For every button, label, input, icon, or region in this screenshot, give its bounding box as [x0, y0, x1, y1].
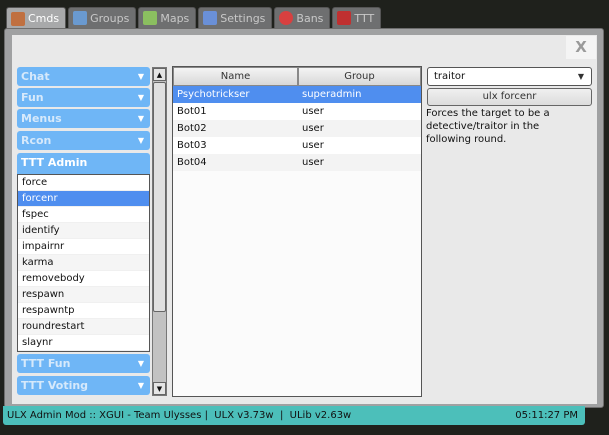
chevron-down-icon: ▼: [137, 381, 144, 390]
command-item[interactable]: forcenr: [18, 191, 149, 207]
command-item[interactable]: slaynr: [18, 335, 149, 351]
player-name: Bot02: [177, 123, 207, 134]
command-item[interactable]: respawn: [18, 287, 149, 303]
chevron-down-icon: ▼: [577, 72, 584, 81]
category-label: Menus: [21, 112, 62, 125]
tab-groups[interactable]: Groups: [68, 7, 137, 28]
column-header-name[interactable]: Name: [173, 67, 298, 86]
command-description: Forces the target to be a detective/trai…: [426, 108, 550, 145]
column-header-group[interactable]: Group: [298, 67, 421, 86]
category-menus[interactable]: Menus ▼: [17, 109, 150, 128]
tab-cmds[interactable]: Cmds: [6, 7, 67, 29]
user-icon: [11, 11, 25, 26]
content-area: X Chat ▼ Fun ▼ Menus ▼ Rcon ▼ TTT Admin forc…: [12, 35, 597, 404]
table-row[interactable]: Bot04 user: [173, 154, 421, 171]
category-chat[interactable]: Chat ▼: [17, 67, 150, 86]
category-ttt-fun[interactable]: TTT Fun ▼: [17, 354, 150, 373]
player-name: Psychotrickser: [177, 89, 250, 100]
tab-label: TTT: [354, 11, 375, 25]
tab-bans[interactable]: Bans: [274, 7, 331, 28]
command-item[interactable]: fspec: [18, 207, 149, 223]
category-label: TTT Admin: [21, 156, 88, 169]
player-name: Bot01: [177, 106, 207, 117]
run-command-button[interactable]: ulx forcenr: [427, 88, 592, 106]
player-group: user: [302, 157, 324, 168]
tab-maps[interactable]: Maps: [138, 7, 197, 28]
chevron-down-icon: ▼: [137, 72, 144, 81]
tab-settings[interactable]: Settings: [198, 7, 273, 28]
category-label: TTT Voting: [21, 379, 89, 392]
tab-label: Cmds: [28, 12, 60, 25]
tab-label: Settings: [220, 11, 266, 25]
category-label: TTT Fun: [21, 357, 71, 370]
chevron-down-icon: ▼: [137, 359, 144, 368]
command-list: force forcenr fspec identify impairnr ka…: [17, 174, 150, 352]
player-group: user: [302, 140, 324, 151]
tab-label: Bans: [296, 11, 324, 25]
tab-label: Maps: [160, 11, 190, 25]
scroll-up-icon[interactable]: ▲: [153, 68, 166, 81]
status-bar: ULX Admin Mod :: XGUI - Team Ulysses | U…: [3, 406, 585, 425]
command-item[interactable]: respawntp: [18, 303, 149, 319]
command-item[interactable]: impairnr: [18, 239, 149, 255]
command-item[interactable]: removebody: [18, 271, 149, 287]
category-scrollbar[interactable]: ▲ ▼: [152, 67, 167, 396]
player-name: Bot03: [177, 140, 207, 151]
table-row[interactable]: Bot02 user: [173, 120, 421, 137]
category-label: Fun: [21, 91, 44, 104]
group-icon: [73, 11, 88, 25]
category-ttt-admin[interactable]: TTT Admin: [17, 153, 150, 174]
category-rcon[interactable]: Rcon ▼: [17, 131, 150, 150]
role-dropdown[interactable]: traitor ▼: [427, 67, 592, 86]
table-row[interactable]: Psychotrickser superadmin: [173, 86, 421, 103]
ttt-icon: [337, 11, 352, 25]
chevron-down-icon: ▼: [137, 114, 144, 123]
chevron-down-icon: ▼: [137, 136, 144, 145]
scrollbar-thumb[interactable]: [153, 82, 166, 312]
main-panel: X Chat ▼ Fun ▼ Menus ▼ Rcon ▼ TTT Admin forc…: [4, 28, 604, 408]
wrench-icon: [203, 11, 218, 25]
ban-icon: [279, 11, 294, 25]
scroll-down-icon[interactable]: ▼: [153, 382, 166, 395]
category-ttt-voting[interactable]: TTT Voting ▼: [17, 376, 150, 395]
role-dropdown-value: traitor: [434, 71, 466, 82]
command-item[interactable]: roundrestart: [18, 319, 149, 335]
command-item[interactable]: karma: [18, 255, 149, 271]
close-button[interactable]: X: [566, 36, 596, 59]
tab-bar: Cmds Groups Maps Settings Bans TTT: [6, 7, 382, 29]
chevron-down-icon: ▼: [137, 93, 144, 102]
status-time: 05:11:27 PM: [515, 410, 578, 421]
category-fun[interactable]: Fun ▼: [17, 88, 150, 107]
status-text: ULX Admin Mod :: XGUI - Team Ulysses | U…: [7, 410, 352, 421]
player-group: superadmin: [302, 89, 362, 100]
tab-label: Groups: [90, 11, 130, 25]
table-row[interactable]: Bot01 user: [173, 103, 421, 120]
player-group: user: [302, 123, 324, 134]
player-name: Bot04: [177, 157, 207, 168]
command-item[interactable]: force: [18, 175, 149, 191]
table-row[interactable]: Bot03 user: [173, 137, 421, 154]
player-group: user: [302, 106, 324, 117]
category-label: Rcon: [21, 134, 52, 147]
player-table: Name Group Psychotrickser superadmin Bot0…: [172, 66, 422, 397]
map-icon: [143, 11, 158, 25]
tab-ttt[interactable]: TTT: [332, 7, 382, 28]
category-label: Chat: [21, 70, 50, 83]
command-item[interactable]: identify: [18, 223, 149, 239]
